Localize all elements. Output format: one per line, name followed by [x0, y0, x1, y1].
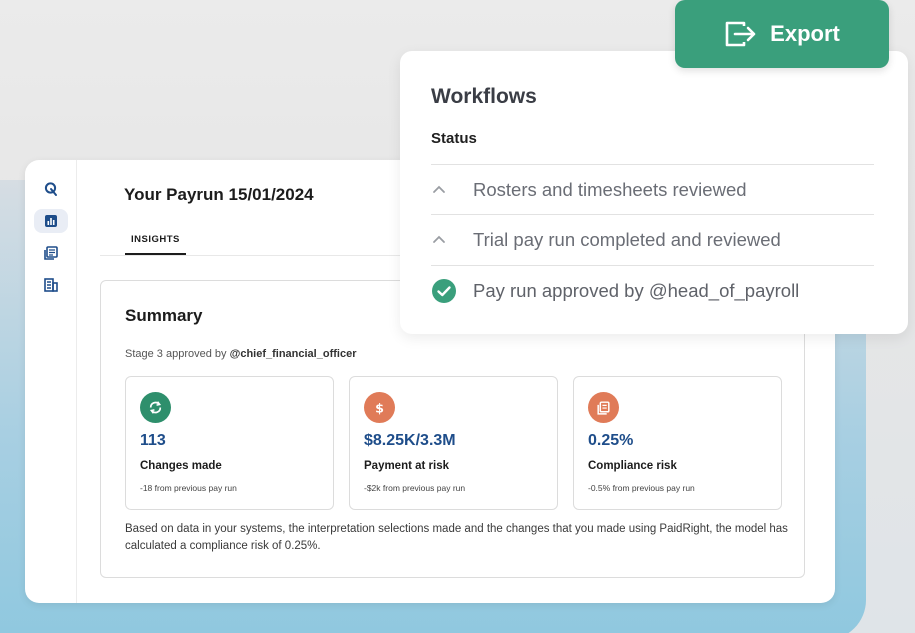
status-heading: Status	[431, 130, 477, 147]
summary-title: Summary	[125, 306, 203, 325]
metric-change: -0.5% from previous pay run	[588, 483, 695, 493]
metric-change: -$2k from previous pay run	[364, 483, 466, 493]
metric-change: -18 from previous pay run	[140, 483, 237, 493]
refresh-icon	[140, 392, 171, 423]
export-button[interactable]: Export	[675, 0, 889, 68]
workflow-label: Trial pay run completed and reviewed	[473, 228, 781, 250]
metric-label: Payment at risk	[364, 460, 450, 472]
svg-text:$: $	[375, 401, 384, 416]
metric-label: Compliance risk	[588, 460, 677, 472]
workflow-label: Rosters and timesheets reviewed	[473, 178, 747, 200]
tab-insights[interactable]: INSIGHTS	[125, 234, 186, 255]
metric-value: 0.25%	[588, 432, 634, 449]
metric-value: $8.25K/3.3M	[364, 432, 456, 449]
metric-value: 113	[140, 432, 166, 449]
sidebar-item-insights[interactable]	[33, 209, 68, 233]
logo-icon	[44, 182, 57, 196]
chevron-up-icon	[431, 225, 461, 255]
workflow-item-approved[interactable]: Pay run approved by @head_of_payroll	[431, 265, 874, 315]
workflow-item-trial-pay-run[interactable]: Trial pay run completed and reviewed	[431, 214, 874, 264]
building-icon	[43, 278, 58, 292]
stage-user: @chief_financial_officer	[229, 348, 357, 360]
compliance-note: Based on data in your systems, the inter…	[125, 523, 788, 552]
export-label: Export	[770, 21, 840, 46]
stage-approval-text: Stage 3 approved by @chief_financial_off…	[125, 348, 356, 360]
sidebar-item-organisation[interactable]	[34, 273, 68, 297]
workflows-title: Workflows	[431, 85, 537, 108]
metric-card-payment: $ $8.25K/3.3M Payment at risk -$2k from …	[349, 376, 558, 510]
sidebar-item-documents[interactable]	[34, 241, 68, 265]
export-icon	[725, 21, 756, 47]
bar-chart-icon	[44, 215, 57, 227]
metric-label: Changes made	[140, 460, 222, 472]
documents-icon	[43, 246, 58, 260]
chevron-up-icon	[431, 175, 461, 205]
metric-card-changes: 113 Changes made -18 from previous pay r…	[125, 376, 334, 510]
workflow-label: Pay run approved by @head_of_payroll	[473, 279, 800, 301]
metric-card-compliance: 0.25% Compliance risk -0.5% from previou…	[573, 376, 782, 510]
workflow-item-rosters[interactable]: Rosters and timesheets reviewed	[431, 164, 874, 214]
stage-prefix: Stage 3 approved by	[125, 348, 227, 360]
check-circle-icon	[431, 276, 461, 306]
page-title: Your Payrun 15/01/2024	[124, 185, 314, 204]
sidebar	[25, 160, 77, 603]
workflows-panel: Workflows Status Rosters and timesheets …	[400, 51, 908, 334]
sidebar-logo[interactable]	[34, 177, 68, 201]
dollar-icon: $	[364, 392, 395, 423]
documents-icon	[588, 392, 619, 423]
